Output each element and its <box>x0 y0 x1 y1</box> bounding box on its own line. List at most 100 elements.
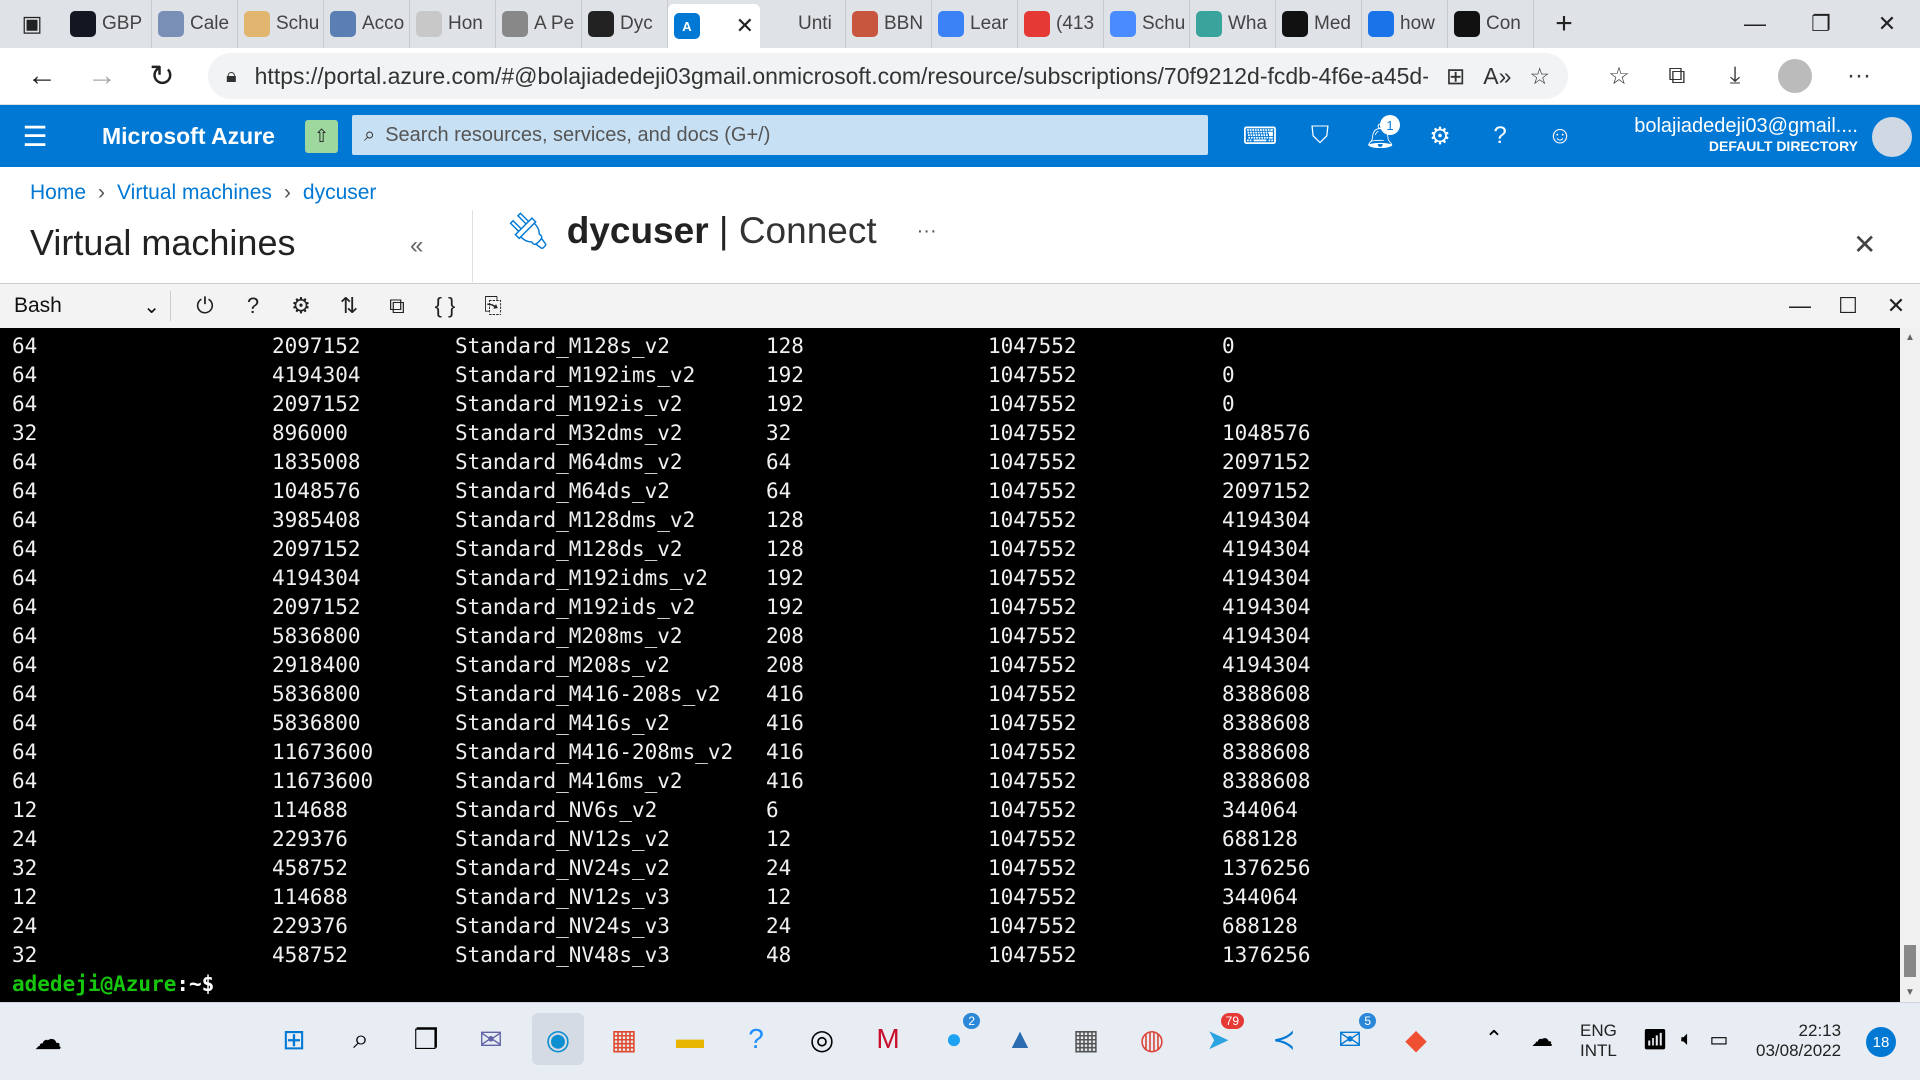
shell-prompt[interactable]: adedeji@Azure:~$ <box>12 972 214 996</box>
help-icon[interactable]: ? <box>1470 105 1530 167</box>
new-tab-button[interactable]: + <box>1534 0 1594 48</box>
collections-icon[interactable]: ⧉ <box>1654 53 1700 99</box>
breadcrumb-home[interactable]: Home <box>30 181 86 205</box>
microsoft-store-icon[interactable]: ▦ <box>598 1013 650 1065</box>
scroll-up-arrow-icon[interactable]: ▲ <box>1905 332 1915 343</box>
favorites-icon[interactable]: ☆ <box>1596 53 1642 99</box>
telegram-icon[interactable]: ➤ 79 <box>1192 1013 1244 1065</box>
search-icon[interactable]: ⌕ <box>335 1013 387 1065</box>
upgrade-icon[interactable]: ⇧ <box>305 120 338 153</box>
downloads-icon[interactable]: ⤓ <box>1712 53 1758 99</box>
close-tab-icon[interactable]: ✕ <box>736 13 754 39</box>
close-shell-button[interactable]: ✕ <box>1872 284 1920 329</box>
help-icon[interactable]: ? <box>229 284 277 329</box>
browser-tab[interactable]: Dyc <box>582 0 668 48</box>
upload-download-icon[interactable]: ⇅ <box>325 284 373 329</box>
restart-power-icon[interactable]: ⏻ <box>181 284 229 329</box>
notifications-icon[interactable]: 🔔︎ 1 <box>1350 105 1410 167</box>
github-desktop-icon[interactable]: ◎ <box>796 1013 848 1065</box>
mail-icon[interactable]: ✉ 5 <box>1324 1013 1376 1065</box>
feedback-icon[interactable]: ☺ <box>1530 105 1590 167</box>
scrollbar-thumb[interactable] <box>1904 945 1916 977</box>
browser-tab[interactable]: Con <box>1448 0 1534 48</box>
refresh-button[interactable]: ↻ <box>132 51 192 101</box>
browser-tab[interactable]: BBN <box>846 0 932 48</box>
app-available-icon[interactable]: ⊞ <box>1446 63 1465 90</box>
browser-tab[interactable]: Unti <box>760 0 846 48</box>
photos-icon[interactable]: ▲ <box>994 1013 1046 1065</box>
battery-icon[interactable]: ▭ <box>1704 1013 1734 1065</box>
settings-gear-icon[interactable]: ⚙ <box>1410 105 1470 167</box>
browser-tab[interactable]: Acco <box>324 0 410 48</box>
account-info[interactable]: bolajiadedeji03@gmail.... DEFAULT DIRECT… <box>1634 115 1858 154</box>
browser-tab[interactable]: A Pe <box>496 0 582 48</box>
browser-tab[interactable]: Med <box>1276 0 1362 48</box>
restore-window-button[interactable]: ❐ <box>1788 0 1854 48</box>
portal-menu-icon[interactable]: ☰ <box>0 105 70 167</box>
read-aloud-icon[interactable]: A» <box>1483 63 1511 90</box>
browser-tab[interactable]: Wha <box>1190 0 1276 48</box>
azure-brand[interactable]: Microsoft Azure <box>102 123 275 150</box>
get-help-icon[interactable]: ? <box>730 1013 782 1065</box>
onedrive-icon[interactable]: ☁ <box>1516 1013 1568 1065</box>
shell-type-select[interactable]: Bash ⌄ <box>0 294 160 319</box>
settings-more-icon[interactable]: ··· <box>1836 53 1882 99</box>
browser-tab[interactable]: Schu <box>238 0 324 48</box>
teams-chat-icon[interactable]: ✉ <box>465 1013 517 1065</box>
vscode-icon[interactable]: ≺ <box>1258 1013 1310 1065</box>
minimize-shell-button[interactable]: — <box>1776 284 1824 329</box>
show-hidden-icons-chevron-icon[interactable]: ⌃ <box>1468 1013 1520 1065</box>
language-indicator[interactable]: ENG INTL <box>1580 1021 1617 1061</box>
twitter-icon[interactable]: ● 2 <box>928 1013 980 1065</box>
browser-tab[interactable]: GBP <box>64 0 152 48</box>
close-blade-button[interactable]: ✕ <box>1853 228 1876 261</box>
browser-tab[interactable]: Hon <box>410 0 496 48</box>
terminal-output[interactable]: 64 2097152 Standard_M128s_v2 128 1047552 0 64 4… <box>0 328 1900 1002</box>
azure-search-box[interactable]: ⌕ Search resources, services, and docs (… <box>352 115 1208 155</box>
editor-braces-icon[interactable]: { } <box>421 284 469 329</box>
close-window-button[interactable]: ✕ <box>1854 0 1920 48</box>
browser-tab[interactable]: how <box>1362 0 1448 48</box>
settings-gear-icon[interactable]: ⚙ <box>277 284 325 329</box>
minimize-window-button[interactable]: — <box>1722 0 1788 48</box>
file-explorer-icon[interactable]: ▬ <box>664 1013 716 1065</box>
scroll-down-arrow-icon[interactable]: ▼ <box>1905 987 1915 998</box>
chrome-icon[interactable]: ◍ <box>1126 1013 1178 1065</box>
start-button[interactable]: ⊞ <box>268 1013 320 1065</box>
shell-type-label: Bash <box>14 294 62 317</box>
git-icon[interactable]: ◆ <box>1390 1013 1442 1065</box>
breadcrumb-virtual-machines[interactable]: Virtual machines <box>117 181 272 205</box>
address-bar[interactable]: 🔒︎ https://portal.azure.com/#@bolajiaded… <box>208 53 1568 99</box>
forward-button[interactable]: → <box>72 51 132 101</box>
add-favorite-icon[interactable]: ☆ <box>1529 63 1550 90</box>
url-text[interactable]: https://portal.azure.com/#@bolajiadedeji… <box>255 63 1428 90</box>
volume-icon[interactable]: 🔈︎ <box>1672 1013 1702 1065</box>
notification-center-badge[interactable]: 18 <box>1866 1027 1896 1057</box>
lock-icon[interactable]: 🔒︎ <box>226 65 237 88</box>
task-view-icon[interactable]: ❐ <box>400 1013 452 1065</box>
weather-icon[interactable]: ☁ <box>22 1013 74 1065</box>
terminal-scrollbar[interactable]: ▲ ▼ <box>1900 328 1920 1002</box>
cloud-shell-icon[interactable]: ⌨ <box>1230 105 1290 167</box>
tab-actions-icon[interactable]: ▣ <box>0 0 64 48</box>
mcafee-icon[interactable]: M <box>862 1013 914 1065</box>
profile-avatar[interactable] <box>1772 53 1818 99</box>
browser-tab[interactable]: Cale <box>152 0 238 48</box>
directory-filter-icon[interactable]: ⛉ <box>1290 105 1350 167</box>
maximize-shell-button[interactable]: ☐ <box>1824 284 1872 329</box>
browser-tab[interactable]: A ✕ <box>668 4 760 48</box>
browser-tab[interactable]: (413 <box>1018 0 1104 48</box>
open-new-session-icon[interactable]: ⧉ <box>373 284 421 329</box>
clock[interactable]: 22:13 03/08/2022 <box>1756 1021 1841 1061</box>
calculator-icon[interactable]: ▦ <box>1060 1013 1112 1065</box>
edge-browser-icon[interactable]: ◉ <box>532 1013 584 1065</box>
browser-tab[interactable]: Schu <box>1104 0 1190 48</box>
wifi-icon[interactable]: 📶︎ <box>1640 1013 1670 1065</box>
collapse-panel-icon[interactable]: « <box>410 232 423 260</box>
breadcrumb-dycuser[interactable]: dycuser <box>303 181 377 205</box>
user-avatar[interactable] <box>1872 117 1912 157</box>
back-button[interactable]: ← <box>12 51 72 101</box>
web-preview-icon[interactable]: ⎘ <box>469 284 517 329</box>
more-options-icon[interactable]: ··· <box>917 220 937 243</box>
browser-tab[interactable]: Lear <box>932 0 1018 48</box>
